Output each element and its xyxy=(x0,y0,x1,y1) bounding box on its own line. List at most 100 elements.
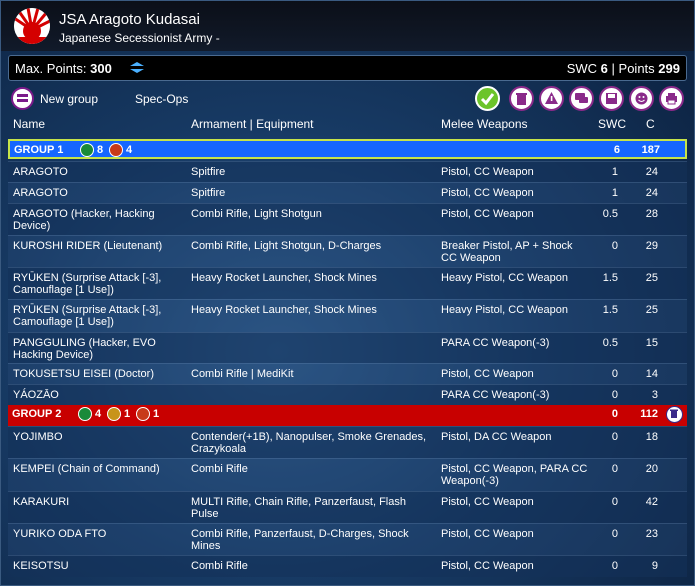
unit-swc: 0 xyxy=(611,528,618,540)
unit-cost: 29 xyxy=(645,240,658,252)
unit-row[interactable]: KEISOTSU Combi Rifle Pistol, CC Weapon 0… xyxy=(8,555,687,577)
unit-swc: 1 xyxy=(611,166,618,178)
unit-melee: Pistol, CC Weapon, PARA CC Weapon(-3) xyxy=(441,463,588,487)
unit-melee: Pistol, CC Weapon xyxy=(441,166,534,178)
unit-row[interactable]: ARAGOTO Spitfire Pistol, CC Weapon 1 24 xyxy=(8,161,687,182)
group-points: 187 xyxy=(641,144,660,156)
unit-cost: 18 xyxy=(645,431,658,443)
validate-check-icon[interactable] xyxy=(475,86,500,111)
unit-cost: 28 xyxy=(645,208,658,220)
swc-total: 6 xyxy=(600,61,608,76)
col-swc: SWC xyxy=(598,117,626,131)
regular-order-count: 8 xyxy=(97,144,104,156)
unit-row[interactable]: KEMPEI (Chain of Command) Combi Rifle Pi… xyxy=(8,458,687,491)
group-header-2[interactable]: GROUP 2 4 1 1 0 112 xyxy=(8,405,687,426)
unit-row[interactable]: KUROSHI RIDER (Lieutenant) Combi Rifle, … xyxy=(8,235,687,267)
unit-melee: Breaker Pistol, AP + Shock CC Weapon xyxy=(441,240,573,264)
save-icon[interactable] xyxy=(599,86,624,111)
unit-row[interactable]: KARAKURI MULTI Rifle, Chain Rifle, Panze… xyxy=(8,491,687,523)
irregular-order-icon xyxy=(109,143,123,157)
unit-cost: 24 xyxy=(645,166,658,178)
unit-name: PANGGULING (Hacker, EVO Hacking Device) xyxy=(13,337,156,361)
unit-name: YOJIMBO xyxy=(13,431,63,443)
unit-swc: 1.5 xyxy=(602,272,618,284)
summary-separator: | xyxy=(611,61,615,76)
swc-points-summary: SWC 6 | Points 299 xyxy=(567,61,680,76)
list-toolbar: New group Spec-Ops xyxy=(1,85,694,113)
tactical-order-icon xyxy=(107,407,121,421)
unit-name: KUROSHI RIDER (Lieutenant) xyxy=(13,240,163,252)
points-label: Points xyxy=(618,61,655,76)
col-melee: Melee Weapons xyxy=(441,117,528,131)
unit-armament: Heavy Rocket Launcher, Shock Mines xyxy=(191,272,377,284)
unit-armament: Heavy Rocket Launcher, Shock Mines xyxy=(191,304,377,316)
unit-cost: 24 xyxy=(645,187,658,199)
unit-row[interactable]: RYŪKEN (Surprise Attack [-3], Camouflage… xyxy=(8,267,687,299)
unit-melee: Pistol, CC Weapon xyxy=(441,528,534,540)
chat-icon[interactable] xyxy=(569,86,594,111)
unit-melee: Pistol, CC Weapon xyxy=(441,208,534,220)
new-group-icon[interactable] xyxy=(11,87,34,110)
unit-swc: 0 xyxy=(611,368,618,380)
unit-melee: Heavy Pistol, CC Weapon xyxy=(441,304,568,316)
unit-armament: Combi Rifle xyxy=(191,463,248,475)
unit-row[interactable]: YOJIMBO Contender(+1B), Nanopulser, Smok… xyxy=(8,426,687,458)
unit-swc: 0 xyxy=(611,560,618,572)
unit-armament: Combi Rifle, Light Shotgun, D-Charges xyxy=(191,240,382,252)
irregular-order-icon xyxy=(136,407,150,421)
tactical-order-count: 1 xyxy=(124,408,131,420)
unit-swc: 1.5 xyxy=(602,304,618,316)
unit-cost: 23 xyxy=(645,528,658,540)
unit-cost: 9 xyxy=(651,560,658,572)
regular-order-icon xyxy=(78,407,92,421)
unit-swc: 0.5 xyxy=(602,337,618,349)
warning-icon[interactable] xyxy=(539,86,564,111)
unit-swc: 0 xyxy=(611,431,618,443)
max-points-stepper-icon[interactable] xyxy=(129,61,145,78)
unit-melee: Pistol, CC Weapon xyxy=(441,496,534,508)
jsa-logo-icon xyxy=(14,8,50,44)
unit-row[interactable]: ARAGOTO (Hacker, Hacking Device) Combi R… xyxy=(8,203,687,235)
unit-cost: 3 xyxy=(651,389,658,401)
unit-melee: Pistol, CC Weapon xyxy=(441,368,534,380)
delete-group-trash-icon[interactable] xyxy=(666,406,683,423)
trash-icon[interactable] xyxy=(509,86,534,111)
print-icon[interactable] xyxy=(659,86,684,111)
group-label: GROUP 2 xyxy=(12,408,62,420)
spec-ops-button[interactable]: Spec-Ops xyxy=(135,92,188,106)
regular-order-count: 4 xyxy=(95,408,102,420)
max-points-value: 300 xyxy=(90,61,112,76)
column-headers: Name Armament | Equipment Melee Weapons … xyxy=(1,115,694,133)
unit-row[interactable]: ARAGOTO Spitfire Pistol, CC Weapon 1 24 xyxy=(8,182,687,203)
unit-armament: Combi Rifle, Light Shotgun xyxy=(191,208,322,220)
face-icon[interactable] xyxy=(629,86,654,111)
new-group-button[interactable]: New group xyxy=(40,92,98,106)
unit-row[interactable]: YÁOZĀO PARA CC Weapon(-3) 0 3 xyxy=(8,384,687,405)
unit-row[interactable]: YURIKO ODA FTO Combi Rifle, Panzerfaust,… xyxy=(8,523,687,555)
unit-swc: 0 xyxy=(611,240,618,252)
col-name: Name xyxy=(13,117,46,131)
group-swc: 6 xyxy=(613,144,620,156)
group-header-1[interactable]: GROUP 1 8 4 6 187 xyxy=(8,139,687,159)
unit-row[interactable]: RYŪKEN (Surprise Attack [-3], Camouflage… xyxy=(8,299,687,332)
max-points-label: Max. Points: 300 xyxy=(15,61,112,76)
unit-swc: 0 xyxy=(611,389,618,401)
unit-melee: Heavy Pistol, CC Weapon xyxy=(441,272,568,284)
unit-row[interactable]: TOKUSETSU EISEI (Doctor) Combi Rifle | M… xyxy=(8,363,687,384)
unit-armament: Spitfire xyxy=(191,187,226,199)
irregular-order-count: 4 xyxy=(126,144,133,156)
unit-melee: Pistol, DA CC Weapon xyxy=(441,431,552,443)
col-cost: C xyxy=(646,117,655,131)
unit-row[interactable]: PANGGULING (Hacker, EVO Hacking Device) … xyxy=(8,332,687,363)
unit-cost: 15 xyxy=(645,337,658,349)
unit-melee: PARA CC Weapon(-3) xyxy=(441,337,550,349)
army-list-panel: JSA Aragoto Kudasai Japanese Secessionis… xyxy=(0,0,695,586)
unit-name: ARAGOTO xyxy=(13,166,68,178)
unit-name: KEMPEI (Chain of Command) xyxy=(13,463,160,475)
col-armament: Armament | Equipment xyxy=(191,117,314,131)
unit-name: KARAKURI xyxy=(13,496,70,508)
group-points: 112 xyxy=(640,408,658,420)
unit-swc: 0 xyxy=(611,496,618,508)
unit-armament: Contender(+1B), Nanopulser, Smoke Grenad… xyxy=(191,431,427,455)
unit-swc: 0.5 xyxy=(602,208,618,220)
